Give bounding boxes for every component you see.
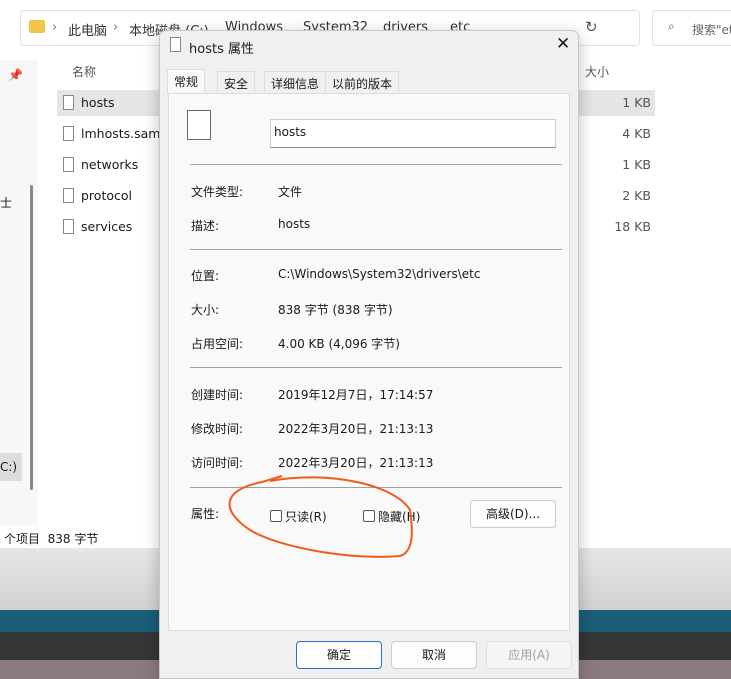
annotation-circle — [228, 475, 413, 558]
annotation-stroke — [228, 475, 413, 558]
